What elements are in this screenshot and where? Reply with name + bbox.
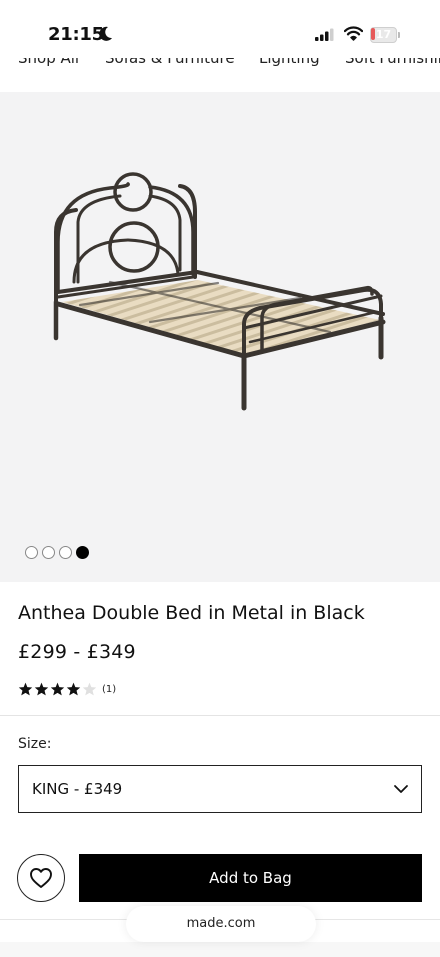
nav-item-shop-all[interactable]: Shop All bbox=[18, 58, 79, 76]
gallery-dot[interactable] bbox=[42, 546, 55, 559]
divider bbox=[0, 715, 440, 716]
nav-item-soft-furnishings[interactable]: Soft Furnishings bbox=[345, 58, 440, 76]
cellular-signal-icon bbox=[315, 28, 334, 41]
product-price: £299 - £349 bbox=[18, 641, 136, 663]
star-filled-icon bbox=[50, 682, 65, 696]
category-nav: Shop All Sofas & Furniture Lighting Soft… bbox=[0, 58, 440, 92]
size-label: Size: bbox=[18, 736, 52, 752]
gallery-dot[interactable] bbox=[76, 546, 89, 559]
gallery-pagination bbox=[25, 546, 89, 559]
status-time: 21:15 bbox=[48, 24, 104, 45]
heart-icon bbox=[30, 868, 52, 888]
star-filled-icon bbox=[18, 682, 33, 696]
add-to-bag-button[interactable]: Add to Bag bbox=[79, 854, 422, 902]
wifi-icon bbox=[344, 26, 363, 41]
review-count[interactable]: (1) bbox=[102, 684, 116, 695]
nav-item-lighting[interactable]: Lighting bbox=[259, 58, 320, 76]
gallery-dot[interactable] bbox=[59, 546, 72, 559]
wishlist-button[interactable] bbox=[17, 854, 65, 902]
star-filled-icon bbox=[66, 682, 81, 696]
page-bottom bbox=[0, 942, 440, 957]
star-empty-icon bbox=[82, 682, 97, 696]
status-bar: 21:15 17 bbox=[0, 0, 440, 58]
product-rating[interactable]: (1) bbox=[18, 682, 116, 696]
moon-icon bbox=[99, 26, 112, 41]
size-select[interactable]: KING - £349 bbox=[18, 765, 422, 813]
nav-item-sofas-furniture[interactable]: Sofas & Furniture bbox=[105, 58, 235, 76]
browser-url-bar[interactable]: made.com bbox=[126, 906, 316, 942]
battery-level: 17 bbox=[375, 28, 392, 41]
chevron-down-icon bbox=[394, 785, 408, 793]
size-selected-value: KING - £349 bbox=[32, 780, 123, 798]
star-filled-icon bbox=[34, 682, 49, 696]
product-title: Anthea Double Bed in Metal in Black bbox=[18, 602, 365, 624]
product-image bbox=[53, 172, 386, 411]
gallery-dot[interactable] bbox=[25, 546, 38, 559]
battery-indicator: 17 bbox=[370, 27, 400, 43]
product-image-gallery[interactable] bbox=[0, 92, 440, 582]
